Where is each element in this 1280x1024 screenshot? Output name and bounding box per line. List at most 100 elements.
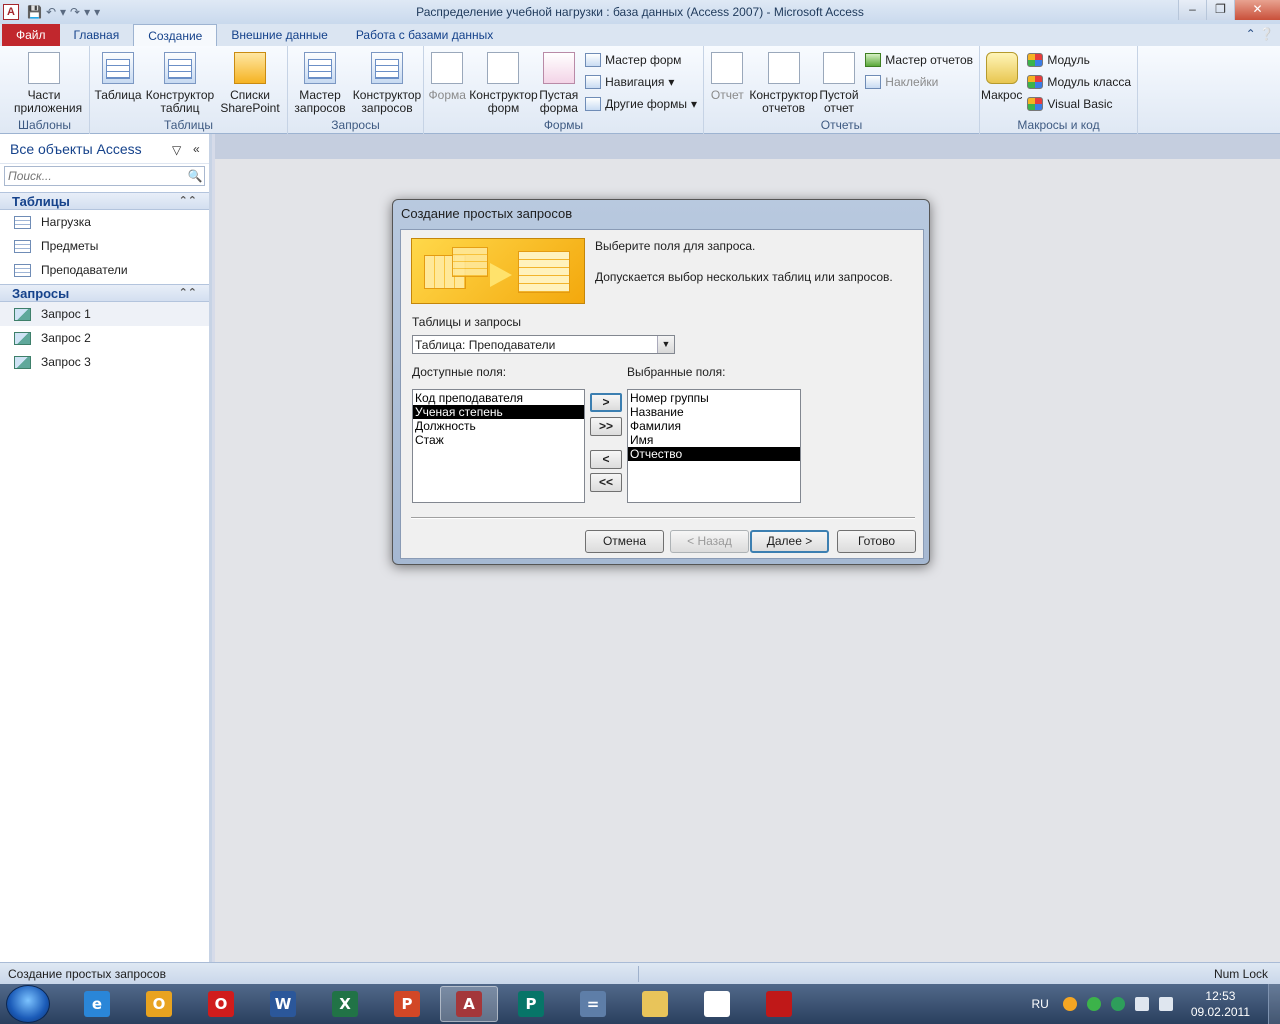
collapse-section-icon[interactable]: ⌃⌃ [179,286,197,299]
maximize-button[interactable]: ❐ [1206,0,1234,20]
section-queries[interactable]: Запросы ⌃⌃ [0,284,209,302]
clock[interactable]: 12:53 09.02.2011 [1191,988,1250,1020]
taskbar-publisher-button[interactable]: P [502,986,560,1022]
remove-field-button[interactable]: < [590,450,622,469]
taskbar-ie-button[interactable]: e [68,986,126,1022]
volume-icon[interactable] [1158,997,1173,1011]
remove-all-fields-button[interactable]: << [590,473,622,492]
taskbar-acrobat-button[interactable] [750,986,808,1022]
taskbar-powerpoint-button[interactable]: P [378,986,436,1022]
report-wizard-button[interactable]: Мастер отчетов [865,51,973,69]
navigation-button[interactable]: Навигация ▾ [585,73,697,91]
nav-table-item[interactable]: Преподаватели [0,258,209,282]
table-icon [102,52,134,84]
nav-query-item[interactable]: Запрос 2 [0,326,209,350]
class-module-icon [1027,75,1044,89]
cancel-button[interactable]: Отмена [585,530,664,553]
navigation-pane: Все объекты Access ▽ « 🔍 Таблицы ⌃⌃ Нагр… [0,134,212,962]
tab-create[interactable]: Создание [133,24,218,46]
network-icon[interactable] [1134,997,1149,1011]
query-icon [14,355,31,369]
labels-button[interactable]: Наклейки [865,73,973,91]
taskbar-access-button[interactable]: A [440,986,498,1022]
taskbar-opera-button[interactable]: O [192,986,250,1022]
title-bar: A 💾 ↶ ▾ ↷ ▾ ▾ Распределение учебной нагр… [0,0,1280,24]
search-icon[interactable]: 🔍 [186,169,204,183]
outlook-icon: O [146,991,172,1017]
tray-app-icon[interactable] [1110,997,1125,1011]
tab-external-data[interactable]: Внешние данные [217,24,342,46]
module-icon [1027,53,1044,67]
nav-table-item[interactable]: Предметы [0,234,209,258]
table-design-icon [164,52,196,84]
tray-app-icon[interactable] [1086,997,1101,1011]
tables-queries-select[interactable]: Таблица: Преподаватели ▼ [412,335,675,354]
wizard-note: Допускается выбор нескольких таблиц или … [595,270,893,284]
search-input[interactable] [5,167,186,185]
update-icon[interactable] [1062,997,1077,1011]
finish-button[interactable]: Готово [837,530,916,553]
nav-pane-header[interactable]: Все объекты Access ▽ « [0,134,209,164]
collapse-pane-icon[interactable]: « [193,142,200,156]
navigation-icon [585,75,602,89]
more-forms-button[interactable]: Другие формы ▾ [585,95,697,113]
ribbon-tabs: Файл Главная Создание Внешние данные Раб… [0,24,1280,46]
nav-menu-icon[interactable]: ▽ [172,143,181,157]
calculator-icon: = [580,991,606,1017]
next-button[interactable]: Далее > [750,530,829,553]
tab-database-tools[interactable]: Работа с базами данных [342,24,507,46]
list-item[interactable]: Должность [413,419,584,433]
list-item[interactable]: Отчество [628,447,800,461]
group-reports: Отчет Конструктор отчетов Пустой отчет М… [704,46,980,134]
nav-table-item[interactable]: Нагрузка [0,210,209,234]
add-all-fields-button[interactable]: >> [590,417,622,436]
list-item[interactable]: Ученая степень [413,405,584,419]
list-item[interactable]: Номер группы [628,391,800,405]
group-macros: Макрос Модуль Модуль класса Visual Basic… [980,46,1138,134]
form-wizard-button[interactable]: Мастер форм [585,51,697,69]
taskbar-excel-button[interactable]: X [316,986,374,1022]
table-icon [14,263,31,277]
taskbar-word-button[interactable]: W [254,986,312,1022]
list-item[interactable]: Стаж [413,433,584,447]
list-item[interactable]: Название [628,405,800,419]
taskbar-explorer-button[interactable] [626,986,684,1022]
nav-query-item[interactable]: Запрос 1 [0,302,209,326]
chevron-down-icon[interactable]: ▼ [657,336,674,353]
minimize-button[interactable]: – [1178,0,1206,20]
tab-file[interactable]: Файл [2,24,60,46]
module-button[interactable]: Модуль [1027,51,1131,69]
start-button[interactable] [6,985,50,1023]
visual-basic-button[interactable]: Visual Basic [1027,95,1131,113]
group-label: Формы [543,118,584,132]
group-label: Макросы и код [1017,118,1100,132]
access-icon: A [456,991,482,1017]
selected-fields-list[interactable]: Номер группы Название Фамилия Имя Отчест… [627,389,801,503]
list-item[interactable]: Код преподавателя [413,391,584,405]
taskbar-calculator-button[interactable]: = [564,986,622,1022]
nav-search-box: 🔍 [4,166,205,186]
taskbar-notepad-button[interactable] [688,986,746,1022]
visual-basic-icon [1027,97,1044,111]
language-indicator[interactable]: RU [1031,997,1048,1011]
help-icon[interactable]: ⌃ ❔ [1246,27,1274,41]
show-desktop-button[interactable] [1268,984,1280,1024]
group-forms: Форма Конструктор форм Пустая форма Маст… [424,46,704,134]
collapse-section-icon[interactable]: ⌃⌃ [179,194,197,207]
taskbar-outlook-button[interactable]: O [130,986,188,1022]
list-item[interactable]: Фамилия [628,419,800,433]
workspace-strip [215,134,1280,159]
available-fields-label: Доступные поля: [412,365,507,379]
close-button[interactable]: ✕ [1234,0,1280,20]
section-tables[interactable]: Таблицы ⌃⌃ [0,192,209,210]
form-icon [431,52,464,84]
class-module-button[interactable]: Модуль класса [1027,73,1131,91]
group-templates: Части приложения Шаблоны [0,46,90,134]
add-field-button[interactable]: > [590,393,622,412]
back-button[interactable]: < Назад [670,530,749,553]
tab-home[interactable]: Главная [60,24,134,46]
nav-query-item[interactable]: Запрос 3 [0,350,209,374]
window-controls: – ❐ ✕ [1178,0,1280,20]
list-item[interactable]: Имя [628,433,800,447]
available-fields-list[interactable]: Код преподавателя Ученая степень Должнос… [412,389,585,503]
